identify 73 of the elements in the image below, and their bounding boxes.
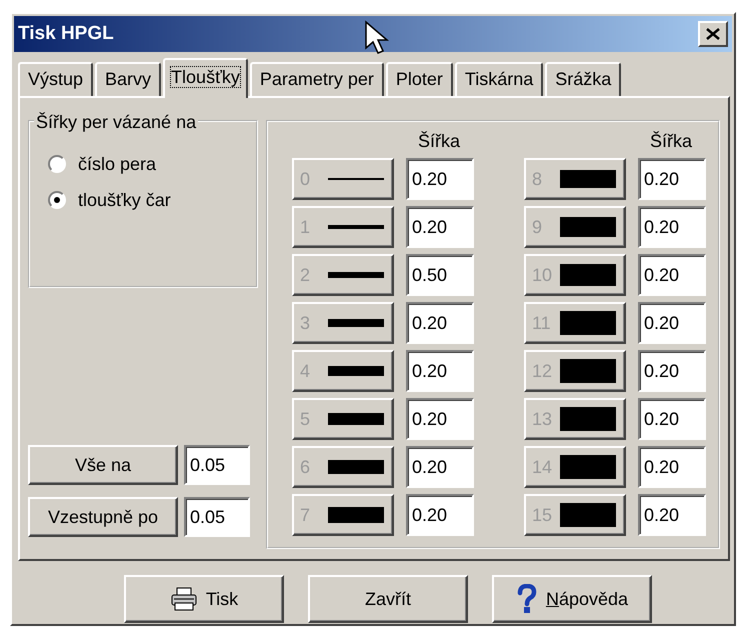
- width-field[interactable]: 0.20: [638, 302, 706, 344]
- width-field[interactable]: 0.20: [638, 158, 706, 200]
- close-button[interactable]: Zavřít: [308, 575, 468, 623]
- close-icon: [706, 28, 720, 40]
- line-sample: [328, 366, 384, 376]
- column-header: Šířka: [648, 130, 693, 153]
- line-sample: [328, 460, 384, 474]
- line-sample: [328, 178, 384, 180]
- pen-number: 11: [532, 312, 552, 334]
- tab[interactable]: Barvy: [95, 62, 162, 96]
- line-sample: [328, 507, 384, 523]
- radio-label[interactable]: tloušťky čar: [78, 186, 171, 214]
- line-sample: [328, 319, 384, 327]
- width-field[interactable]: 0.20: [638, 446, 706, 488]
- pen-number: 14: [532, 456, 554, 478]
- window-title: Tisk HPGL: [18, 22, 114, 46]
- tab[interactable]: Výstup: [18, 62, 94, 96]
- pen-number: 15: [532, 504, 554, 526]
- tab[interactable]: Tiskárna: [454, 62, 544, 96]
- pen-number: 6: [300, 456, 312, 478]
- tab[interactable]: Tloušťky: [163, 58, 248, 98]
- width-field[interactable]: 0.20: [406, 350, 474, 392]
- set-button[interactable]: Vše na: [28, 445, 178, 485]
- line-sample: [328, 225, 384, 229]
- line-sample: [560, 170, 616, 188]
- line-sample: [560, 407, 616, 431]
- radio-button[interactable]: [48, 155, 66, 173]
- close-button[interactable]: [698, 21, 728, 47]
- pen-number: 1: [300, 216, 312, 238]
- width-field[interactable]: 0.20: [406, 158, 474, 200]
- pen-number: 10: [532, 264, 554, 286]
- tab[interactable]: Parametry per: [250, 62, 384, 96]
- pen-number: 8: [532, 168, 544, 190]
- value-field[interactable]: 0.05: [184, 445, 250, 485]
- width-field[interactable]: 0.20: [638, 350, 706, 392]
- line-sample: [560, 455, 616, 479]
- column-header: Šířka: [416, 130, 461, 153]
- value-field[interactable]: 0.05: [184, 497, 250, 537]
- radio-label[interactable]: číslo pera: [78, 150, 156, 178]
- width-field[interactable]: 0.20: [406, 206, 474, 248]
- line-sample: [328, 413, 384, 425]
- pen-number: 0: [300, 168, 312, 190]
- question-mark-icon: [516, 584, 538, 614]
- help-button[interactable]: Nápověda: [492, 575, 652, 623]
- pen-number: 12: [532, 360, 554, 382]
- line-sample: [560, 359, 616, 383]
- pen-number: 7: [300, 504, 312, 526]
- pen-number: 5: [300, 408, 312, 430]
- pen-number: 9: [532, 216, 544, 238]
- tab[interactable]: Ploter: [386, 62, 453, 96]
- printer-icon: [170, 587, 198, 611]
- pen-number: 3: [300, 312, 312, 334]
- print-button[interactable]: Tisk: [124, 575, 284, 623]
- radio-button[interactable]: [48, 191, 66, 209]
- line-sample: [560, 217, 616, 237]
- line-sample: [560, 503, 616, 527]
- pen-number: 2: [300, 264, 312, 286]
- line-sample: [560, 311, 616, 335]
- width-field[interactable]: 0.20: [406, 398, 474, 440]
- width-field[interactable]: 0.20: [638, 398, 706, 440]
- pen-number: 13: [532, 408, 554, 430]
- width-field[interactable]: 0.20: [638, 206, 706, 248]
- pen-number: 4: [300, 360, 312, 382]
- width-field[interactable]: 0.20: [406, 494, 474, 536]
- tab[interactable]: Srážka: [545, 62, 622, 96]
- width-field[interactable]: 0.50: [406, 254, 474, 296]
- set-button[interactable]: Vzestupně po: [28, 497, 178, 537]
- line-sample: [560, 264, 616, 286]
- width-field[interactable]: 0.20: [406, 446, 474, 488]
- width-field[interactable]: 0.20: [406, 302, 474, 344]
- width-field[interactable]: 0.20: [638, 254, 706, 296]
- line-sample: [328, 272, 384, 278]
- width-field[interactable]: 0.20: [638, 494, 706, 536]
